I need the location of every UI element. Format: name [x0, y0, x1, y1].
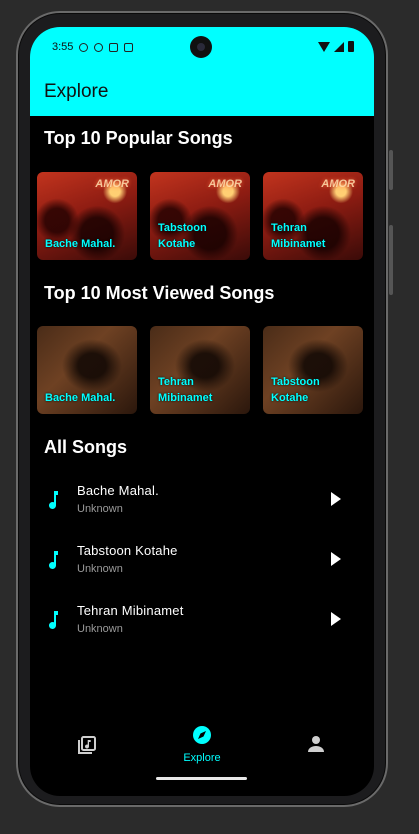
most-viewed-card[interactable]: Tehran Mibinamet [150, 326, 250, 414]
play-icon[interactable] [329, 551, 343, 567]
play-icon[interactable] [329, 611, 343, 627]
nav-explore-label: Explore [183, 752, 221, 764]
card-label: Tehran Mibinamet [158, 376, 213, 404]
popular-section-title: Top 10 Popular Songs [44, 128, 233, 148]
most-viewed-card[interactable]: Bache Mahal. [37, 326, 137, 414]
status-time: 3:55 [52, 41, 74, 53]
power-button [389, 225, 393, 295]
card-label: Tehran Mibinamet [271, 222, 326, 250]
music-note-icon [49, 551, 58, 569]
card-image-text: AMOR [208, 178, 242, 190]
volume-button [389, 150, 393, 190]
nav-explore[interactable]: Explore [172, 725, 232, 765]
battery-icon [348, 41, 354, 52]
library-music-icon [78, 736, 96, 754]
card-label: Bache Mahal. [45, 238, 116, 250]
card-label: Tabstoon Kotahe [271, 376, 320, 404]
song-artist: Unknown [77, 503, 123, 515]
card-label: Tabstoon Kotahe [158, 222, 207, 250]
sim-icon [124, 42, 134, 52]
nav-profile[interactable] [286, 725, 346, 765]
song-artist: Unknown [77, 623, 123, 635]
wifi-icon [318, 41, 330, 52]
page-title: Explore [44, 80, 109, 102]
all-songs-section-title: All Songs [44, 437, 128, 457]
signal-icon [334, 41, 344, 52]
song-list-item[interactable]: Tehran Mibinamet Unknown [30, 595, 374, 651]
song-list-item[interactable]: Tabstoon Kotahe Unknown [30, 535, 374, 591]
card-image-text: AMOR [95, 178, 129, 190]
play-icon[interactable] [329, 491, 343, 507]
card-label: Bache Mahal. [45, 392, 116, 404]
app-bar: Explore [30, 67, 374, 116]
font-icon [109, 42, 119, 52]
compass-icon [193, 726, 211, 744]
song-title: Tehran Mibinamet [77, 603, 184, 618]
most-viewed-card[interactable]: Tabstoon Kotahe [263, 326, 363, 414]
song-artist: Unknown [77, 563, 123, 575]
song-title: Tabstoon Kotahe [77, 543, 178, 558]
song-list-item[interactable]: Bache Mahal. Unknown [30, 475, 374, 531]
home-indicator[interactable] [156, 777, 247, 780]
person-icon [308, 736, 324, 752]
card-image-text: AMOR [321, 178, 355, 190]
popular-card[interactable]: AMOR Bache Mahal. [37, 172, 137, 260]
most-viewed-row[interactable]: Bache Mahal. Tehran Mibinamet Tabstoon K… [37, 326, 363, 414]
music-note-icon [49, 491, 58, 509]
nav-library[interactable] [57, 725, 117, 765]
shield-icon [94, 42, 104, 52]
popular-card[interactable]: AMOR Tabstoon Kotahe [150, 172, 250, 260]
most-viewed-section-title: Top 10 Most Viewed Songs [44, 283, 275, 303]
camera-cutout [190, 36, 212, 58]
song-title: Bache Mahal. [77, 483, 159, 498]
status-system-icons [318, 41, 354, 52]
phone-screen: 3:55 Explore Top 10 Popular Songs AMOR B… [30, 27, 374, 796]
bottom-navigation: Explore [30, 717, 374, 767]
info-icon [79, 42, 89, 52]
status-notification-icons [79, 42, 134, 52]
music-note-icon [49, 611, 58, 629]
popular-card[interactable]: AMOR Tehran Mibinamet [263, 172, 363, 260]
popular-row[interactable]: AMOR Bache Mahal. AMOR Tabstoon Kotahe A… [37, 172, 363, 260]
